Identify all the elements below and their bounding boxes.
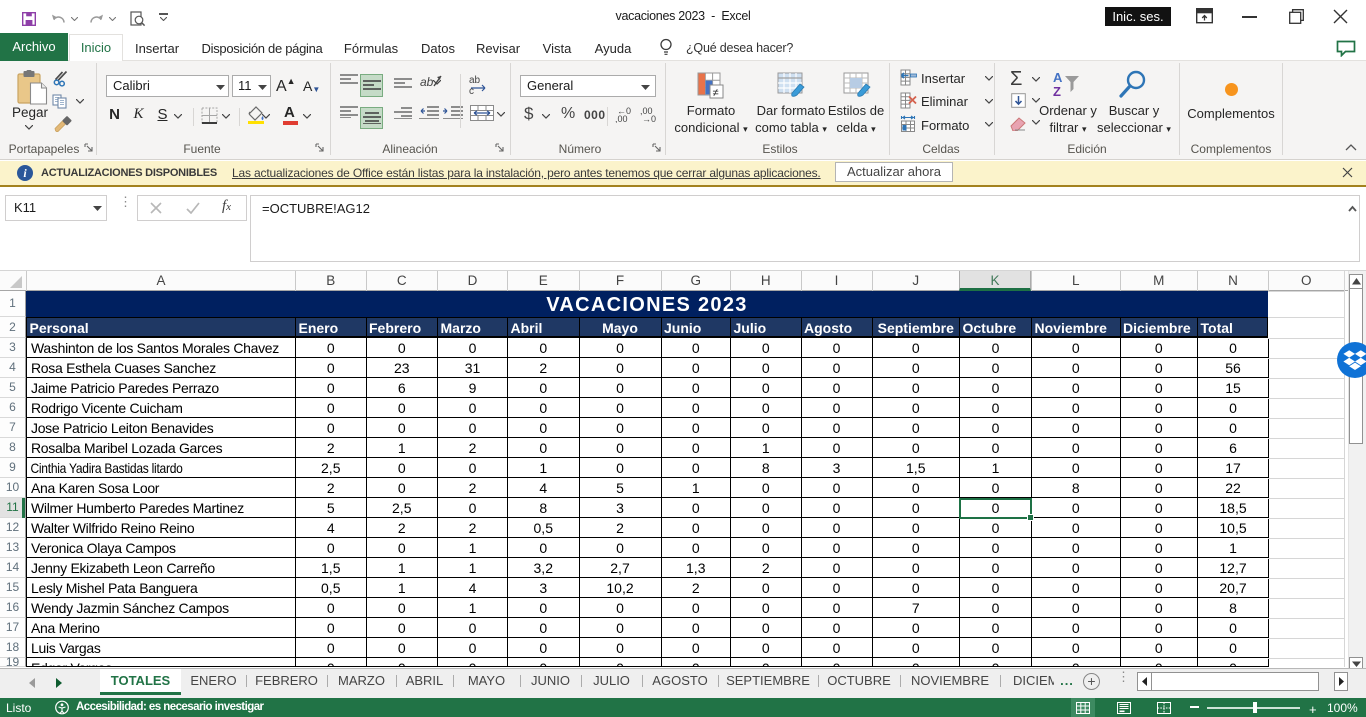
svg-text:ab: ab <box>469 75 481 86</box>
svg-text:c: c <box>469 86 474 94</box>
svg-text:,00: ,00 <box>615 114 628 123</box>
svg-text:→0: →0 <box>642 114 656 123</box>
svg-text:Z: Z <box>1053 84 1061 98</box>
svg-text:≠: ≠ <box>713 87 719 99</box>
svg-text:ab: ab <box>420 75 434 89</box>
svg-text:A: A <box>1053 70 1063 85</box>
